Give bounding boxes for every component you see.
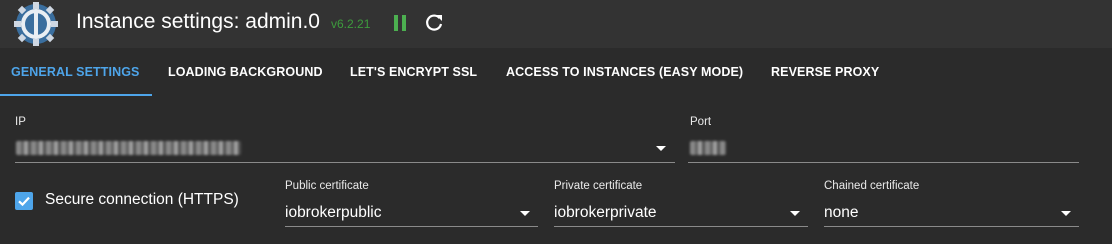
private-cert-dropdown-arrow-icon[interactable] [790,211,800,216]
ip-select[interactable] [15,162,675,163]
tab-reverse-proxy[interactable]: REVERSE PROXY [771,48,879,96]
chained-cert-select[interactable] [824,226,1079,227]
iobroker-logo [14,2,58,46]
public-cert-dropdown-arrow-icon[interactable] [520,211,530,216]
secure-connection-checkbox[interactable] [15,192,33,210]
tab-access-to-instances[interactable]: ACCESS TO INSTANCES (EASY MODE) [506,48,743,96]
ip-dropdown-arrow-icon[interactable] [656,146,666,151]
private-cert-label: Private certificate [554,180,643,192]
check-icon [18,196,30,207]
ip-value-blurred [16,141,241,155]
reload-icon[interactable] [424,13,444,33]
chained-cert-value[interactable]: none [824,204,858,222]
chained-cert-dropdown-arrow-icon[interactable] [1061,211,1071,216]
tab-general-settings[interactable]: GENERAL SETTINGS [11,48,139,96]
private-cert-value[interactable]: iobrokerprivate [554,204,657,222]
public-cert-select[interactable] [285,226,538,227]
version-label: v6.2.21 [331,17,371,31]
chained-cert-label: Chained certificate [824,180,920,192]
active-tab-indicator [0,94,152,96]
ip-label: IP [15,116,26,128]
secure-connection-label: Secure connection (HTTPS) [45,191,239,208]
private-cert-select[interactable] [554,226,808,227]
page-title: Instance settings: admin.0 [76,10,320,33]
tab-loading-background[interactable]: LOADING BACKGROUND [168,48,323,96]
port-value-blurred [690,141,726,155]
pause-icon[interactable] [392,14,408,32]
app-header: Instance settings: admin.0 v6.2.21 [0,0,1112,48]
public-cert-value[interactable]: iobrokerpublic [285,204,382,222]
public-cert-label: Public certificate [285,180,369,192]
port-label: Port [690,116,712,128]
port-input[interactable] [688,162,1079,163]
tab-lets-encrypt-ssl[interactable]: LET'S ENCRYPT SSL [350,48,477,96]
tab-bar: GENERAL SETTINGS LOADING BACKGROUND LET'… [0,48,1112,96]
